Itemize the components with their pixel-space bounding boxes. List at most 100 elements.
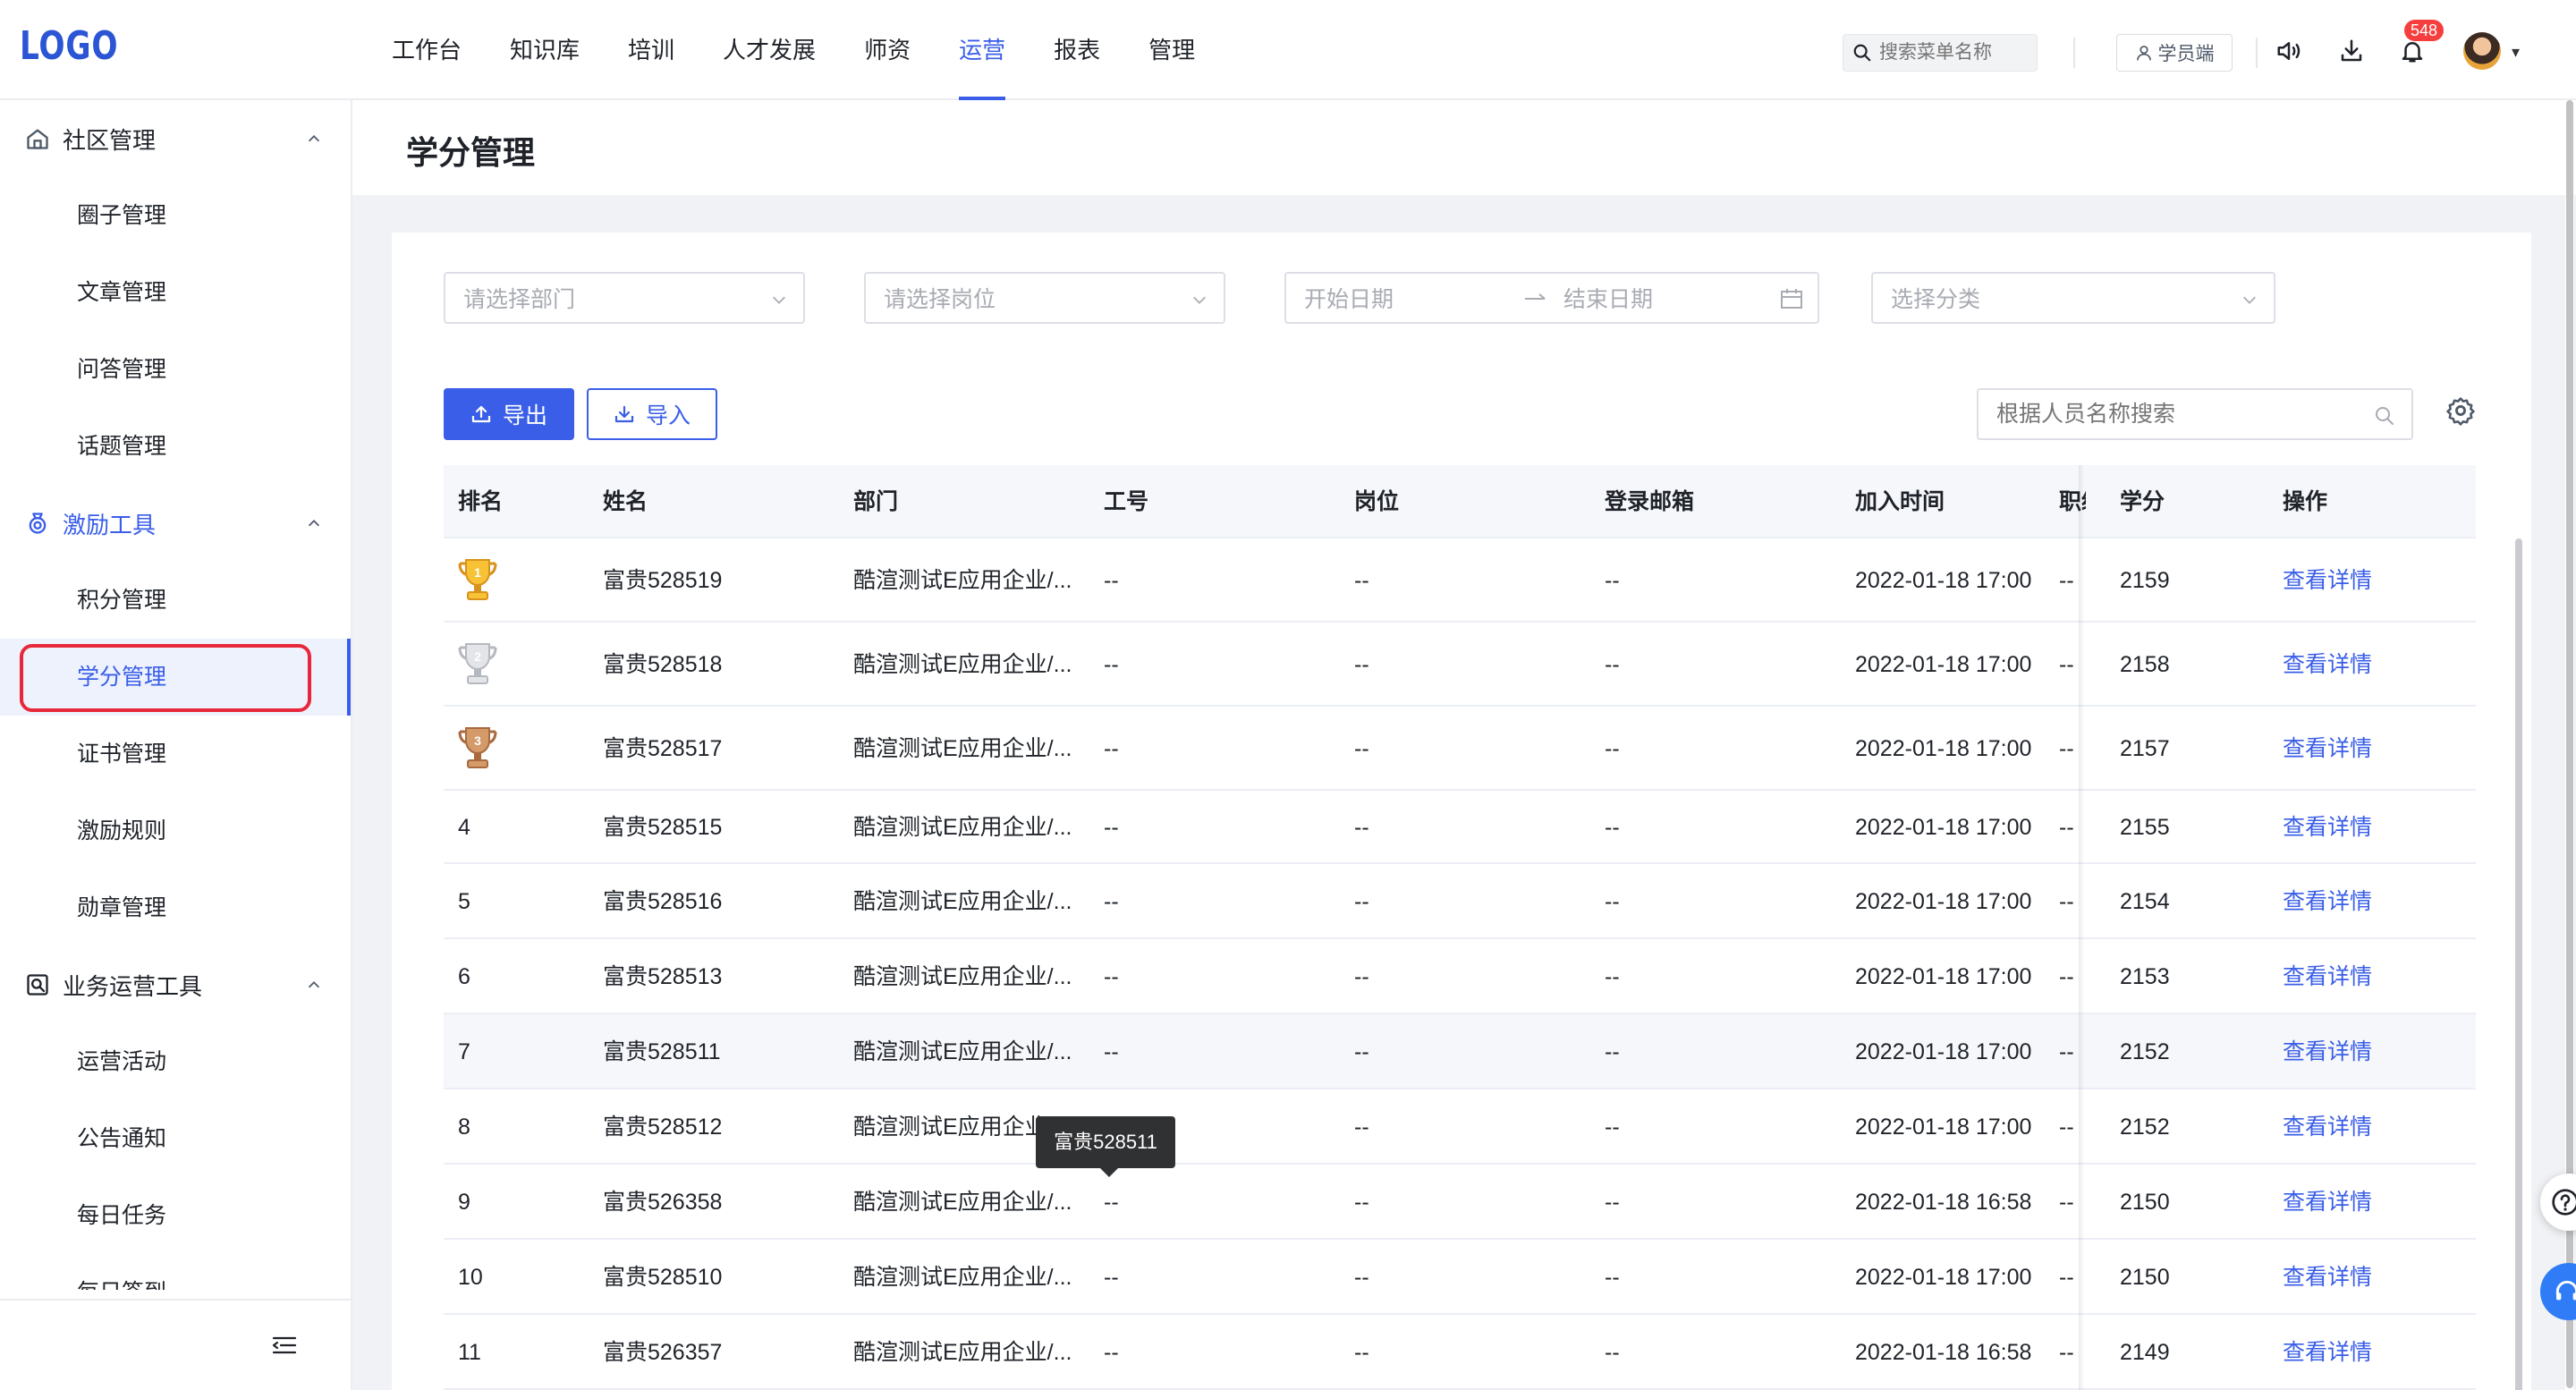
top-bar: LOGO 工作台知识库培训人才发展师资运营报表管理 学员端 548 ▾ [0,0,2576,100]
member-search[interactable] [1977,388,2413,440]
cell-email: -- [1605,652,1620,677]
avatar[interactable] [2463,32,2501,70]
member-search-input[interactable] [1996,401,2354,428]
help-float-button[interactable] [2540,1174,2576,1231]
sidebar-group-incentive-tools[interactable]: 激励工具 [0,485,351,562]
divider [2073,38,2075,68]
customer-service-float-button[interactable] [2540,1263,2576,1320]
table-row[interactable]: 3 富贵528517 酷渲测试E应用企业/... -- -- -- 2022-01-18 1… [444,707,2476,791]
export-button[interactable]: 导出 [444,388,574,440]
import-button[interactable]: 导入 [587,388,717,440]
cell-credits: 2153 [2120,964,2170,989]
gold-trophy-icon: 1 [458,559,497,600]
sidebar-item-announcements[interactable]: 公告通知 [0,1100,351,1177]
sidebar-group-community-management[interactable]: 社区管理 [0,100,351,177]
table-row[interactable]: 6 富贵528513 酷渲测试E应用企业/... -- -- -- 2022-01-18 1… [444,939,2476,1014]
sidebar-item-article-management[interactable]: 文章管理 [0,254,351,331]
home-icon [27,129,48,149]
table-row[interactable]: 11 富贵526357 酷渲测试E应用企业/... -- -- -- 2022-01-18 … [444,1315,2476,1390]
nav-talent-development[interactable]: 人才发展 [723,0,816,100]
sidebar-item-points-management[interactable]: 积分管理 [0,562,351,639]
cell-rank: 5 [458,889,470,914]
cell-name: 富贵528517 [603,736,723,761]
chevron-up-icon[interactable] [306,515,322,531]
cell-department: 酷渲测试E应用企业/... [853,1190,1072,1215]
position-select[interactable]: 请选择岗位 [864,272,1225,324]
student-portal-label: 学员端 [2157,44,2215,64]
chevron-up-icon[interactable] [306,131,322,147]
silver-trophy-icon: 2 [458,643,497,684]
cell-action-link[interactable]: 查看详情 [2283,623,2462,707]
cell-action-link[interactable]: 查看详情 [2283,864,2462,939]
cell-action-link[interactable]: 查看详情 [2283,1089,2462,1165]
date-range-picker[interactable]: 开始日期 结束日期 [1284,272,1819,324]
table-row[interactable]: 7 富贵528511 酷渲测试E应用企业/... -- -- -- 2022-01-18 1… [444,1014,2476,1089]
divider [2256,38,2258,68]
table-row[interactable]: 2 富贵528518 酷渲测试E应用企业/... -- -- -- 2022-01-18 1… [444,623,2476,707]
cell-position: -- [1354,1115,1369,1140]
sidebar-item-topic-management[interactable]: 话题管理 [0,408,351,485]
table-scrollbar[interactable] [2515,538,2522,1390]
menu-search[interactable] [1843,34,2038,72]
search-icon[interactable] [2374,405,2395,427]
sidebar-group-label: 社区管理 [63,126,157,154]
cell-name: 富贵528518 [603,652,723,677]
sidebar-item-circle-management[interactable]: 圈子管理 [0,177,351,254]
cell-action-link[interactable]: 查看详情 [2283,1165,2462,1240]
cell-action-link[interactable]: 查看详情 [2283,1315,2462,1390]
cell-action-link[interactable]: 查看详情 [2283,1014,2462,1089]
cell-action-link[interactable]: 查看详情 [2283,1240,2462,1315]
sidebar-item-daily-tasks[interactable]: 每日任务 [0,1177,351,1254]
chevron-up-icon[interactable] [306,977,322,993]
table-row[interactable]: 5 富贵528516 酷渲测试E应用企业/... -- -- -- 2022-01-18 1… [444,864,2476,939]
cell-position: -- [1354,652,1369,677]
cell-action-link[interactable]: 查看详情 [2283,791,2462,864]
table-row[interactable]: 8富贵528512酷渲测试E应用企业/...------2022-01-18 1… [444,1089,2476,1165]
nav-instructors[interactable]: 师资 [864,0,911,100]
sidebar-item-operation-activities[interactable]: 运营活动 [0,1023,351,1100]
cell-employee-id: -- [1104,652,1119,677]
cell-department: 酷渲测试E应用企业/... [853,964,1072,989]
chevron-down-icon [773,296,785,304]
logo[interactable]: LOGO [20,23,118,69]
table-row[interactable]: 10 富贵528510 酷渲测试E应用企业/... -- -- -- 2022-01-18 … [444,1240,2476,1315]
table-row[interactable]: 4 富贵528515 酷渲测试E应用企业/... -- -- -- 2022-01-18 1… [444,791,2476,864]
search-icon [1853,44,1871,62]
sidebar-item-qa-management[interactable]: 问答管理 [0,331,351,408]
sidebar-item-badge-management[interactable]: 勋章管理 [0,869,351,946]
speaker-icon[interactable] [2274,36,2304,66]
cell-department: 酷渲测试E应用企业/... [853,568,1072,593]
sidebar-item-daily-checkin[interactable]: 每日签到 [0,1254,351,1290]
svg-text:1: 1 [474,565,481,580]
sidebar-item-credits-management[interactable]: 学分管理 [0,639,351,716]
cell-action-link[interactable]: 查看详情 [2283,939,2462,1014]
sidebar-item-certificate-management[interactable]: 证书管理 [0,716,351,792]
cell-position: -- [1354,815,1369,840]
department-select[interactable]: 请选择部门 [444,272,805,324]
cell-action-link[interactable]: 查看详情 [2283,538,2462,623]
user-icon [2136,46,2151,61]
menu-search-input[interactable] [1879,42,2031,64]
position-placeholder: 请选择岗位 [884,287,996,312]
cell-action-link[interactable]: 查看详情 [2283,707,2462,791]
category-select[interactable]: 选择分类 [1871,272,2275,324]
gear-icon[interactable] [2445,395,2476,426]
caret-down-icon[interactable]: ▾ [2512,43,2520,62]
nav-management[interactable]: 管理 [1148,0,1195,100]
nav-workbench[interactable]: 工作台 [392,0,462,100]
cell-credits: 2150 [2120,1190,2170,1215]
sidebar-group-business-operation-tools[interactable]: 业务运营工具 [0,946,351,1023]
download-icon[interactable] [2336,36,2367,66]
nav-knowledge-base[interactable]: 知识库 [510,0,580,100]
collapse-menu-icon[interactable] [272,1335,297,1356]
cell-department: 酷渲测试E应用企业/... [853,1039,1072,1064]
cell-email: -- [1605,568,1620,593]
nav-reports[interactable]: 报表 [1054,0,1100,100]
cell-name: 富贵526357 [603,1340,723,1365]
student-portal-button[interactable]: 学员端 [2116,34,2233,72]
sidebar-item-incentive-rules[interactable]: 激励规则 [0,792,351,869]
nav-operations[interactable]: 运营 [959,0,1006,100]
table-row[interactable]: 9 富贵526358 酷渲测试E应用企业/... -- -- -- 2022-01-18 1… [444,1165,2476,1240]
table-row[interactable]: 1 富贵528519 酷渲测试E应用企业/... -- -- -- 2022-01-18 1… [444,538,2476,623]
nav-training[interactable]: 培训 [628,0,674,100]
